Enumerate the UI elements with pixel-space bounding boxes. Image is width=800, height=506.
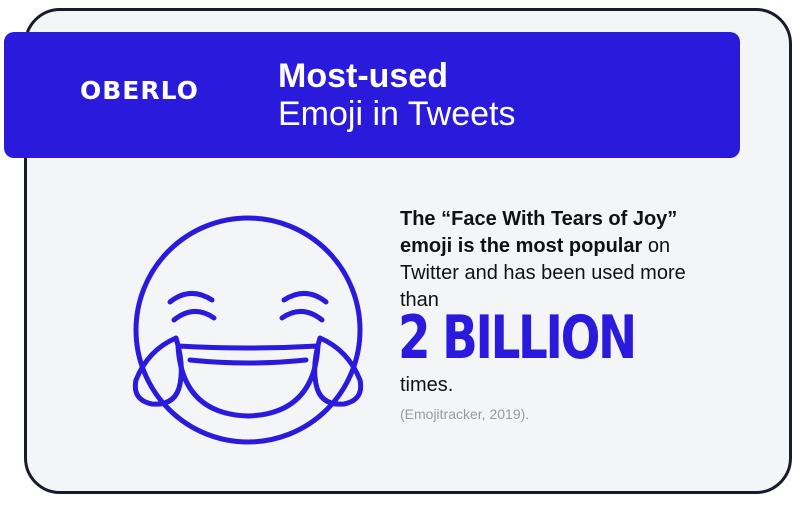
- source-citation: (Emojitracker, 2019).: [400, 406, 530, 422]
- page-title: Most-used Emoji in Tweets: [278, 57, 515, 133]
- title-line-1: Most-used: [278, 57, 448, 95]
- face-with-tears-of-joy-icon: [132, 215, 364, 445]
- fact-statement: The “Face With Tears of Joy” emoji is th…: [400, 206, 700, 314]
- fact-bold-text: The “Face With Tears of Joy” emoji is th…: [400, 208, 678, 257]
- times-label: times.: [400, 374, 454, 396]
- title-line-2: Emoji in Tweets: [278, 95, 516, 133]
- big-number: 2 BILLION: [398, 303, 637, 373]
- oberlo-logo: OBERLO: [80, 76, 199, 105]
